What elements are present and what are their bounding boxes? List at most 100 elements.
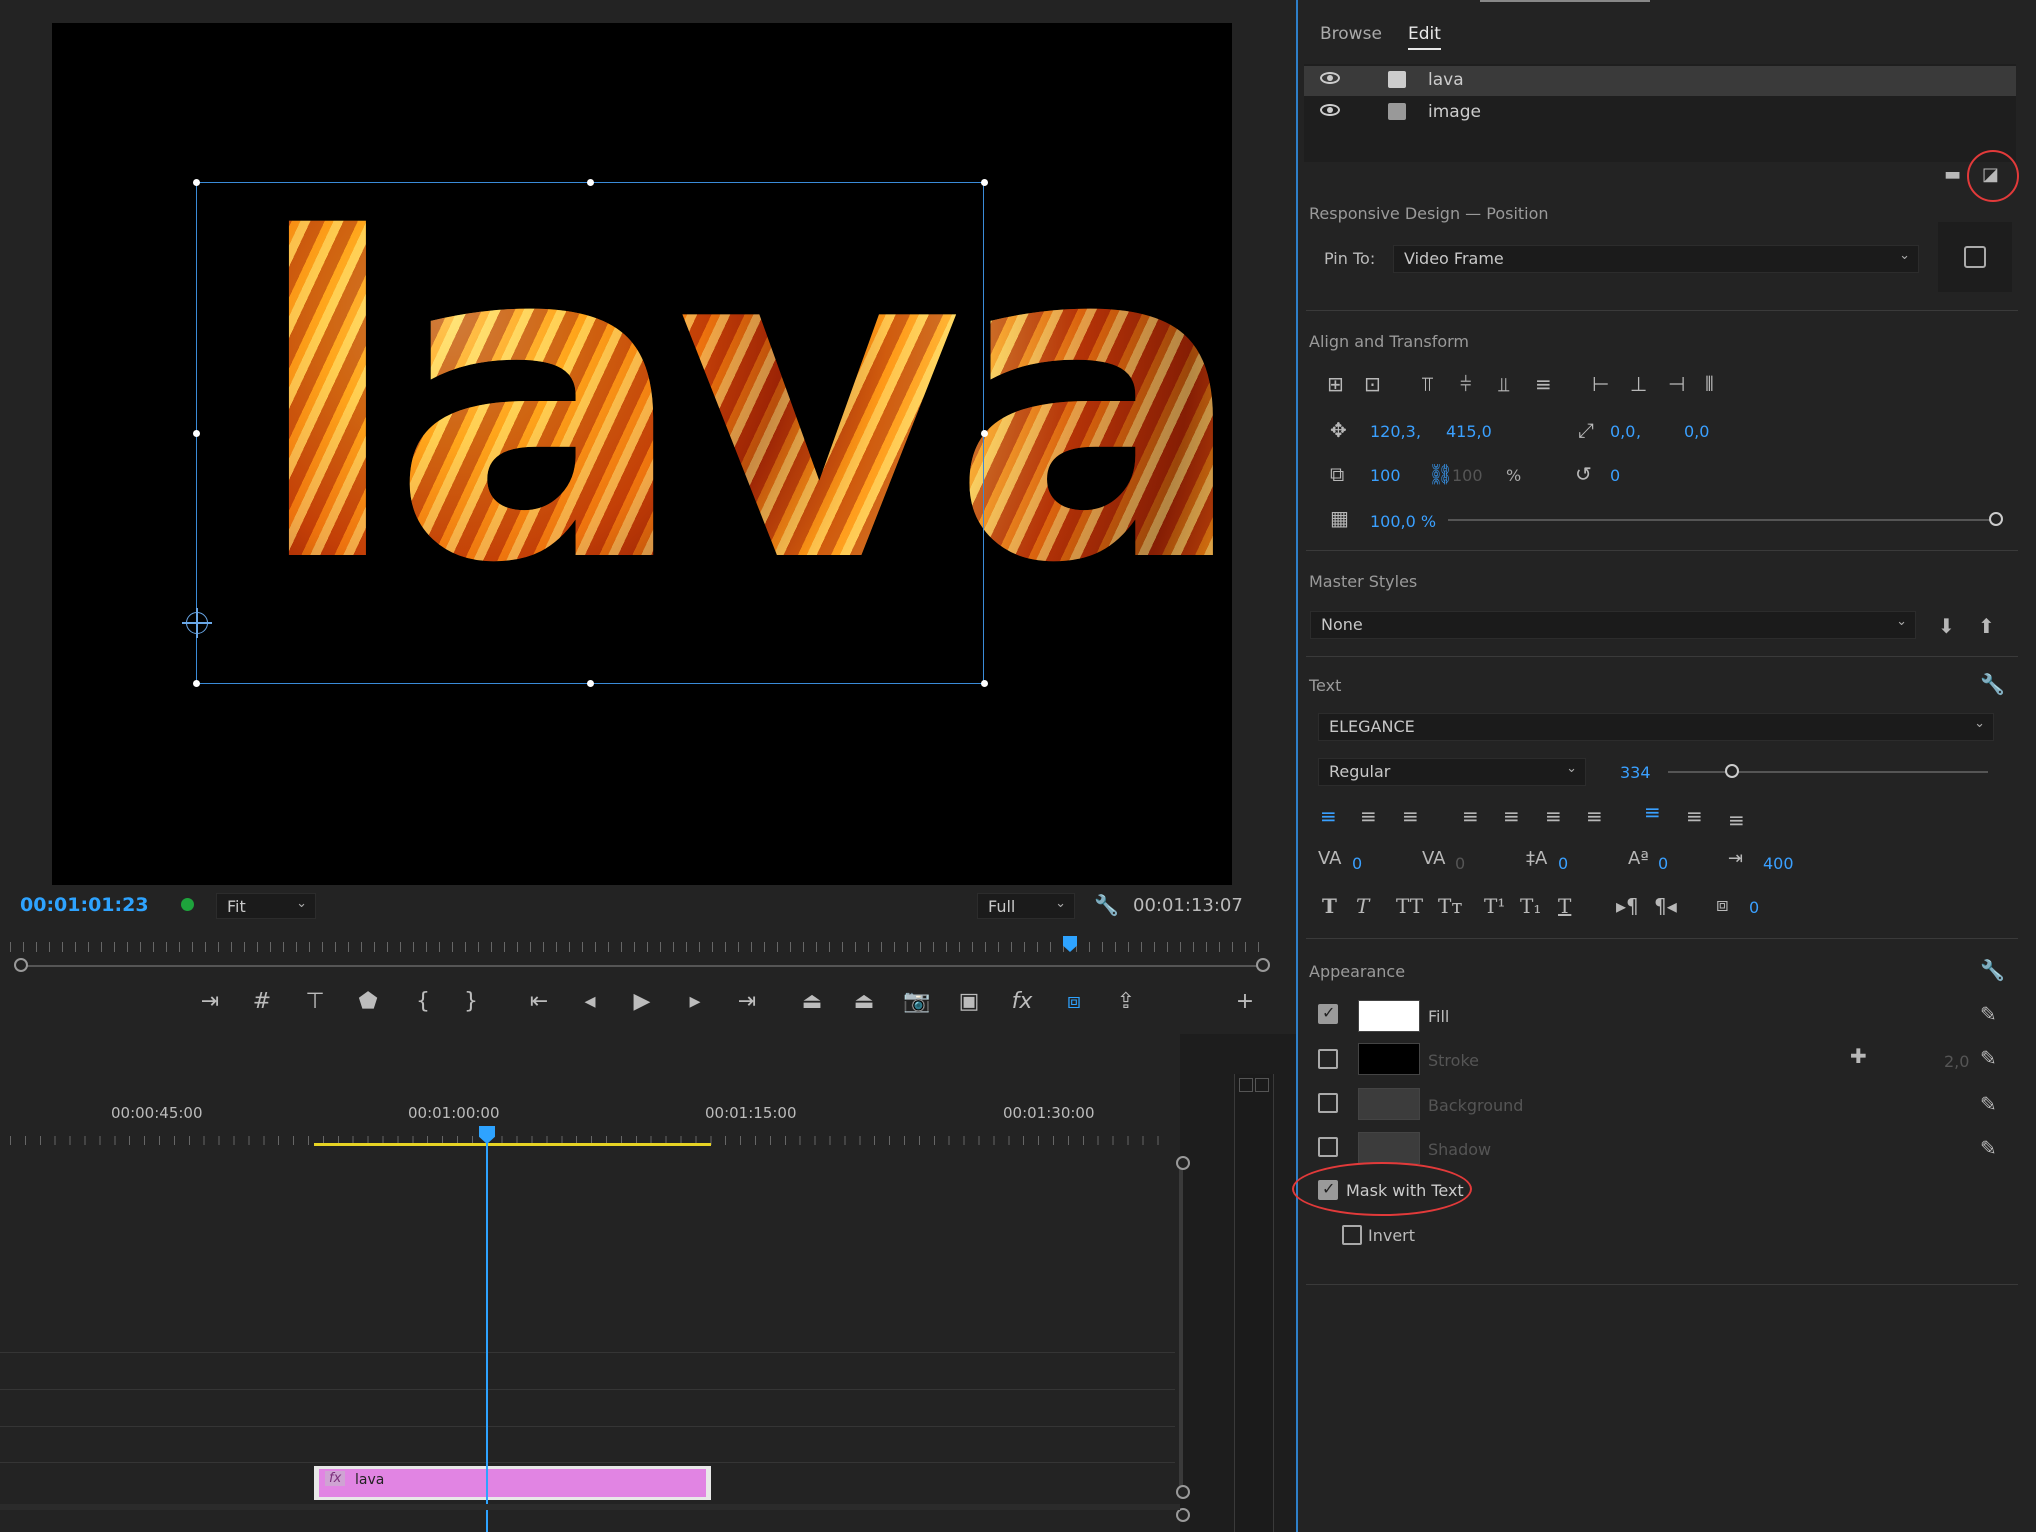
tab-width-value[interactable]: 400 bbox=[1763, 854, 1794, 873]
fill-checkbox[interactable] bbox=[1318, 1003, 1338, 1024]
resize-handle[interactable] bbox=[587, 680, 594, 687]
font-style-dropdown[interactable]: Regular ⌄ bbox=[1318, 758, 1586, 786]
small-caps-icon[interactable]: Tт bbox=[1438, 894, 1462, 918]
resize-handle[interactable] bbox=[193, 430, 200, 437]
baseline-value[interactable]: 0 bbox=[1658, 854, 1668, 873]
mark-in-out-icon[interactable]: ⇥ bbox=[193, 985, 227, 1019]
scroll-top-handle[interactable] bbox=[1176, 1156, 1190, 1170]
meter-solo-button[interactable] bbox=[1239, 1078, 1253, 1092]
zoom-handle[interactable] bbox=[1176, 1508, 1190, 1522]
font-size-slider-track[interactable] bbox=[1668, 771, 1988, 773]
eye-icon[interactable] bbox=[1320, 72, 1340, 84]
stroke-width-value[interactable]: 2,0 bbox=[1944, 1052, 1969, 1071]
align-bottom-icon[interactable]: ⫫ bbox=[1498, 372, 1509, 396]
push-style-icon[interactable]: ⬇ bbox=[1938, 614, 1955, 638]
anchor-y-value[interactable]: 0,0 bbox=[1684, 422, 1709, 441]
rotation-value[interactable]: 0 bbox=[1610, 466, 1620, 485]
position-y-value[interactable]: 415,0 bbox=[1446, 422, 1492, 441]
align-left-icon[interactable]: ⊢ bbox=[1592, 372, 1609, 396]
zoom-dropdown[interactable]: Fit ⌄ bbox=[216, 893, 316, 919]
eyedropper-icon[interactable]: ✎ bbox=[1980, 1046, 1997, 1070]
align-vertical-center-icon[interactable]: ⊞ bbox=[1327, 372, 1344, 396]
resize-handle[interactable] bbox=[981, 430, 988, 437]
invert-checkbox[interactable] bbox=[1342, 1225, 1362, 1245]
add-marker-icon[interactable]: ⬟ bbox=[351, 985, 385, 1019]
shadow-checkbox[interactable] bbox=[1318, 1137, 1338, 1157]
add-button-icon[interactable]: + bbox=[1228, 985, 1262, 1019]
tsume-value[interactable]: 0 bbox=[1749, 898, 1759, 917]
vertical-align-top-icon[interactable]: ≡ bbox=[1644, 800, 1661, 824]
fill-color-swatch[interactable] bbox=[1358, 1000, 1420, 1032]
resize-handle[interactable] bbox=[587, 179, 594, 186]
scale-height-value[interactable]: 100 bbox=[1452, 466, 1483, 485]
mark-in-icon[interactable]: { bbox=[406, 985, 440, 1019]
align-horizontal-center-icon[interactable]: ⊡ bbox=[1364, 372, 1381, 396]
rtl-text-icon[interactable]: ¶◂ bbox=[1654, 894, 1677, 918]
anchor-x-value[interactable]: 0,0 bbox=[1610, 422, 1635, 441]
resize-handle[interactable] bbox=[981, 680, 988, 687]
resize-handle[interactable] bbox=[981, 179, 988, 186]
faux-bold-icon[interactable]: T bbox=[1322, 894, 1337, 918]
all-caps-icon[interactable]: TT bbox=[1396, 894, 1423, 918]
extract-icon[interactable]: ⏏ bbox=[847, 985, 881, 1019]
justify-all-icon[interactable]: ≡ bbox=[1586, 804, 1603, 828]
pin-diagram[interactable] bbox=[1938, 222, 2012, 292]
horizontal-scrollbar[interactable] bbox=[0, 1504, 1180, 1510]
safe-margins-icon[interactable]: # bbox=[245, 985, 279, 1019]
tab-edit[interactable]: Edit bbox=[1408, 24, 1441, 50]
comparison-view-icon[interactable]: ▣ bbox=[952, 985, 986, 1019]
opacity-value[interactable]: 100,0 % bbox=[1370, 512, 1436, 531]
align-center-icon[interactable]: ⊥ bbox=[1630, 372, 1647, 396]
new-group-folder-icon[interactable]: ▬ bbox=[1944, 164, 1961, 185]
camera-icon[interactable]: 📷 bbox=[900, 985, 934, 1019]
stroke-checkbox[interactable] bbox=[1318, 1049, 1338, 1069]
tracking-value[interactable]: 0 bbox=[1455, 854, 1465, 873]
timeline-area[interactable]: 00:00:45:00 00:01:00:00 00:01:15:00 00:0… bbox=[0, 1034, 1190, 1532]
resize-handle[interactable] bbox=[193, 179, 200, 186]
scrub-start-handle[interactable] bbox=[14, 958, 28, 972]
eyedropper-icon[interactable]: ✎ bbox=[1980, 1092, 1997, 1116]
vertical-scrollbar[interactable] bbox=[1179, 1162, 1183, 1492]
align-text-left-icon[interactable]: ≡ bbox=[1320, 804, 1337, 828]
mark-out-icon[interactable]: } bbox=[454, 985, 488, 1019]
text-bounding-box[interactable] bbox=[193, 179, 988, 687]
font-size-value[interactable]: 334 bbox=[1620, 763, 1651, 782]
distribute-horizontal-icon[interactable]: ⦀ bbox=[1705, 372, 1714, 396]
pull-style-icon[interactable]: ⬆ bbox=[1978, 614, 1995, 638]
scale-value[interactable]: 100 bbox=[1370, 466, 1401, 485]
scroll-bottom-handle[interactable] bbox=[1176, 1485, 1190, 1499]
proxy-toggle-icon[interactable]: ⧈ bbox=[1057, 985, 1091, 1019]
scrub-end-handle[interactable] bbox=[1256, 958, 1270, 972]
eye-icon[interactable] bbox=[1320, 104, 1340, 116]
opacity-slider-track[interactable] bbox=[1448, 519, 1993, 521]
timeline-clip[interactable]: fx lava bbox=[314, 1466, 711, 1500]
fx-icon[interactable]: fx bbox=[1005, 985, 1039, 1019]
vertical-align-bottom-icon[interactable]: ≡ bbox=[1728, 808, 1745, 832]
add-stroke-icon[interactable]: ✚ bbox=[1850, 1044, 1867, 1068]
shadow-color-swatch[interactable] bbox=[1358, 1132, 1420, 1164]
font-size-slider-knob[interactable] bbox=[1725, 764, 1739, 778]
work-area-bar[interactable] bbox=[314, 1143, 711, 1146]
master-styles-dropdown[interactable]: None ⌄ bbox=[1310, 611, 1916, 639]
align-text-center-icon[interactable]: ≡ bbox=[1360, 804, 1377, 828]
eyedropper-icon[interactable]: ✎ bbox=[1980, 1002, 1997, 1026]
current-timecode[interactable]: 00:01:01:23 bbox=[20, 894, 149, 916]
export-frame-icon[interactable]: ⇪ bbox=[1109, 985, 1143, 1019]
settings-wrench-icon[interactable]: 🔧 bbox=[1094, 893, 1119, 917]
font-dropdown[interactable]: ELEGANCE ⌄ bbox=[1318, 713, 1994, 741]
meter-solo-button[interactable] bbox=[1255, 1078, 1269, 1092]
layer-item-image[interactable]: image bbox=[1304, 98, 2016, 128]
background-checkbox[interactable] bbox=[1318, 1093, 1338, 1113]
align-text-right-icon[interactable]: ≡ bbox=[1402, 804, 1419, 828]
quality-dropdown[interactable]: Full ⌄ bbox=[977, 893, 1075, 919]
play-icon[interactable]: ▶ bbox=[625, 985, 659, 1019]
align-top-icon[interactable]: ⫪ bbox=[1422, 372, 1433, 396]
resize-handle[interactable] bbox=[193, 680, 200, 687]
align-right-icon[interactable]: ⊣ bbox=[1668, 372, 1685, 396]
eyedropper-icon[interactable]: ✎ bbox=[1980, 1136, 1997, 1160]
justify-left-icon[interactable]: ≡ bbox=[1462, 804, 1479, 828]
anchor-point-icon[interactable] bbox=[182, 608, 212, 638]
lift-icon[interactable]: ⏏ bbox=[795, 985, 829, 1019]
subscript-icon[interactable]: T₁ bbox=[1520, 894, 1541, 918]
step-forward-icon[interactable]: ▸ bbox=[678, 985, 712, 1019]
